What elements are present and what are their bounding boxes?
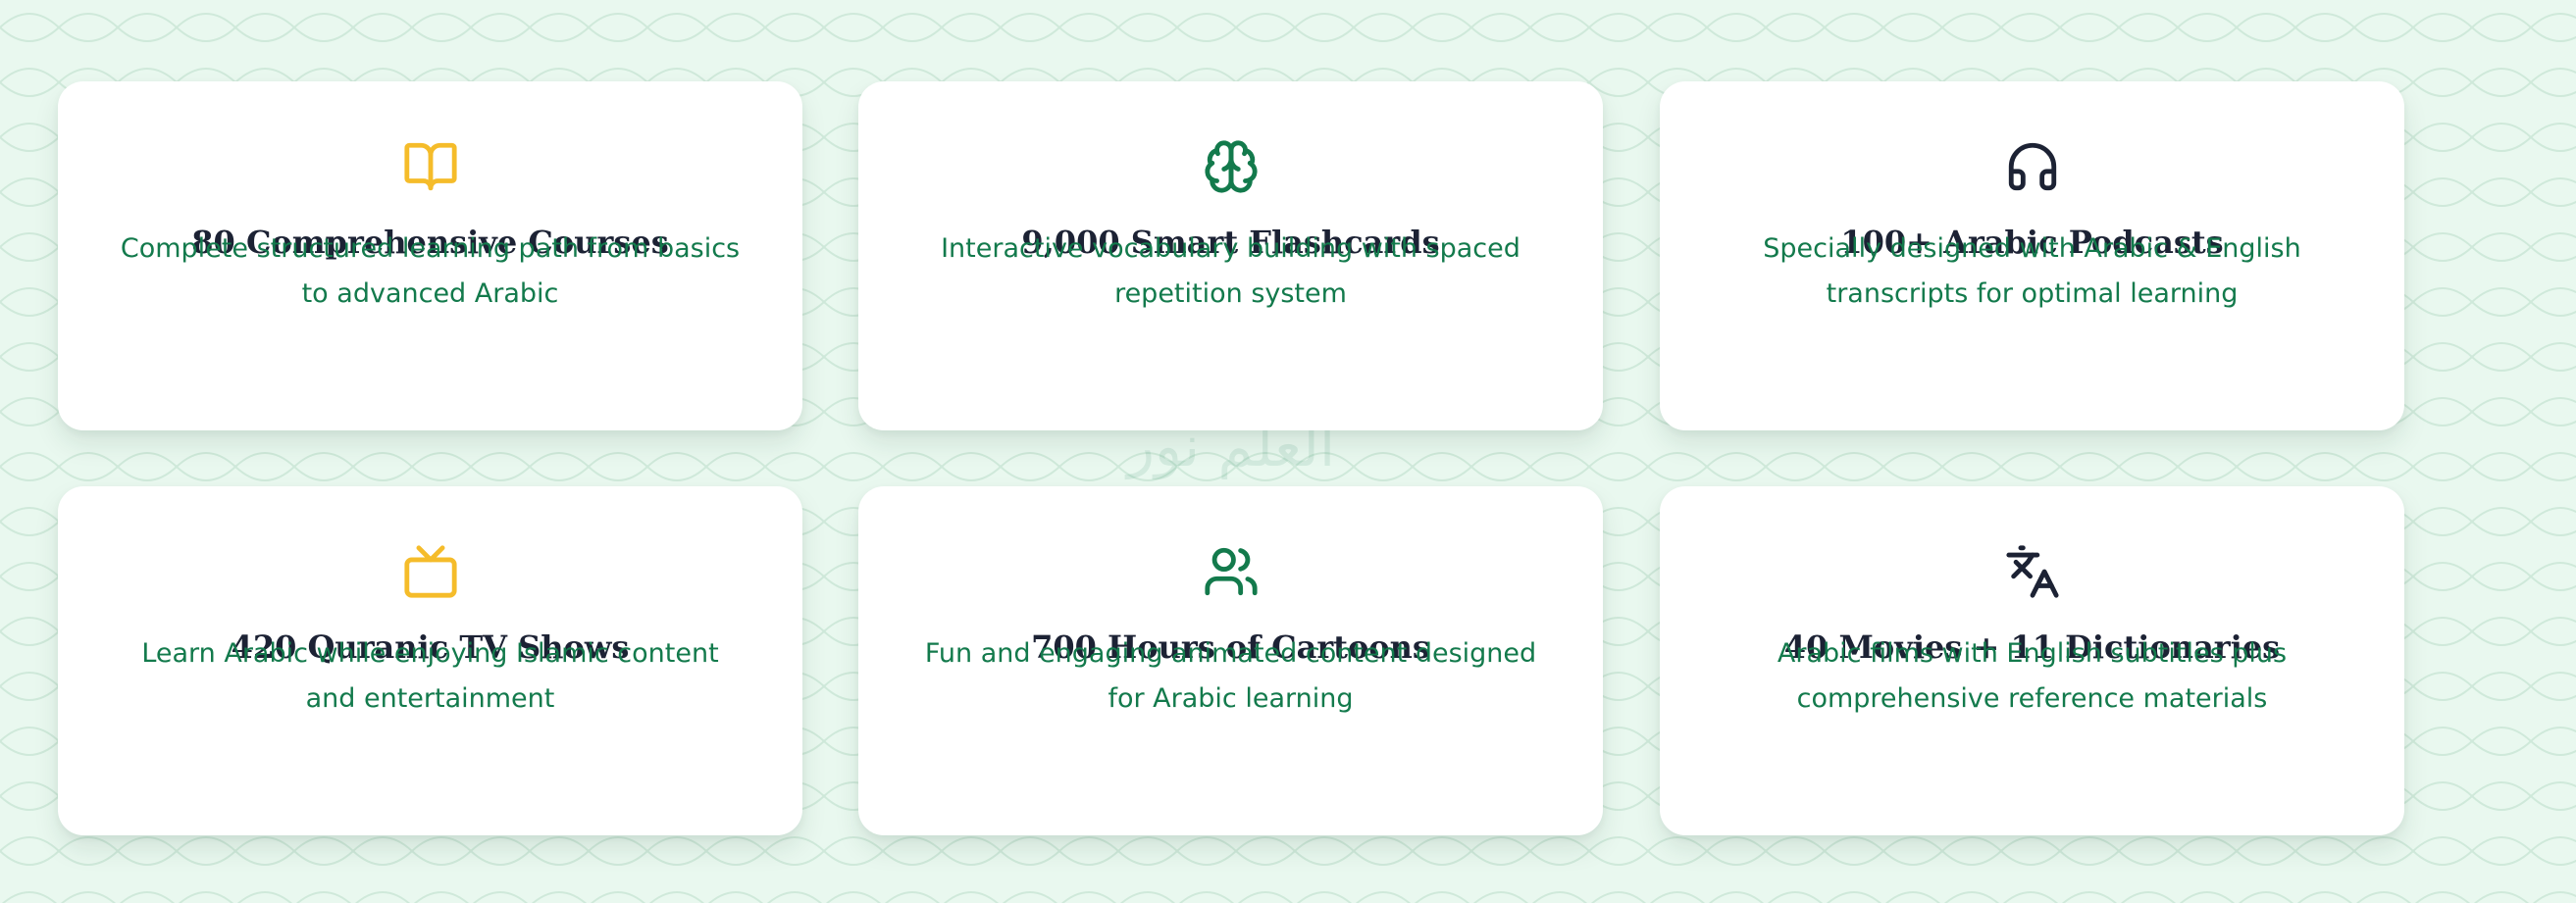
feature-card-podcasts: 100+ Arabic Podcasts Specially designed … bbox=[1660, 81, 2404, 430]
feature-description: Arabic films with English subtitles plus… bbox=[1777, 638, 2288, 714]
feature-card-movies: 40 Movies + 11 Dictionaries Arabic films… bbox=[1660, 486, 2404, 835]
feature-card-flashcards: 9,000 Smart Flashcards Interactive vocab… bbox=[858, 81, 1603, 430]
feature-description: Interactive vocabulary building with spa… bbox=[941, 233, 1520, 309]
feature-description: Specially designed with Arabic & English… bbox=[1763, 233, 2301, 309]
feature-description: Complete structured learning path from b… bbox=[120, 233, 741, 309]
brain-icon bbox=[1203, 138, 1260, 195]
book-open-icon bbox=[402, 138, 459, 195]
tv-icon bbox=[402, 543, 459, 600]
feature-card-tv-shows: 420 Quranic TV Shows Learn Arabic while … bbox=[58, 486, 802, 835]
feature-description: Learn Arabic while enjoying Islamic cont… bbox=[141, 638, 719, 714]
users-icon bbox=[1203, 543, 1260, 600]
feature-card-courses: 80 Comprehensive Courses Complete struct… bbox=[58, 81, 802, 430]
feature-card-cartoons: 700 Hours of Cartoons Fun and engaging a… bbox=[858, 486, 1603, 835]
headphones-icon bbox=[2004, 138, 2061, 195]
translate-icon bbox=[2004, 543, 2061, 600]
feature-description: Fun and engaging animated content design… bbox=[924, 638, 1537, 714]
